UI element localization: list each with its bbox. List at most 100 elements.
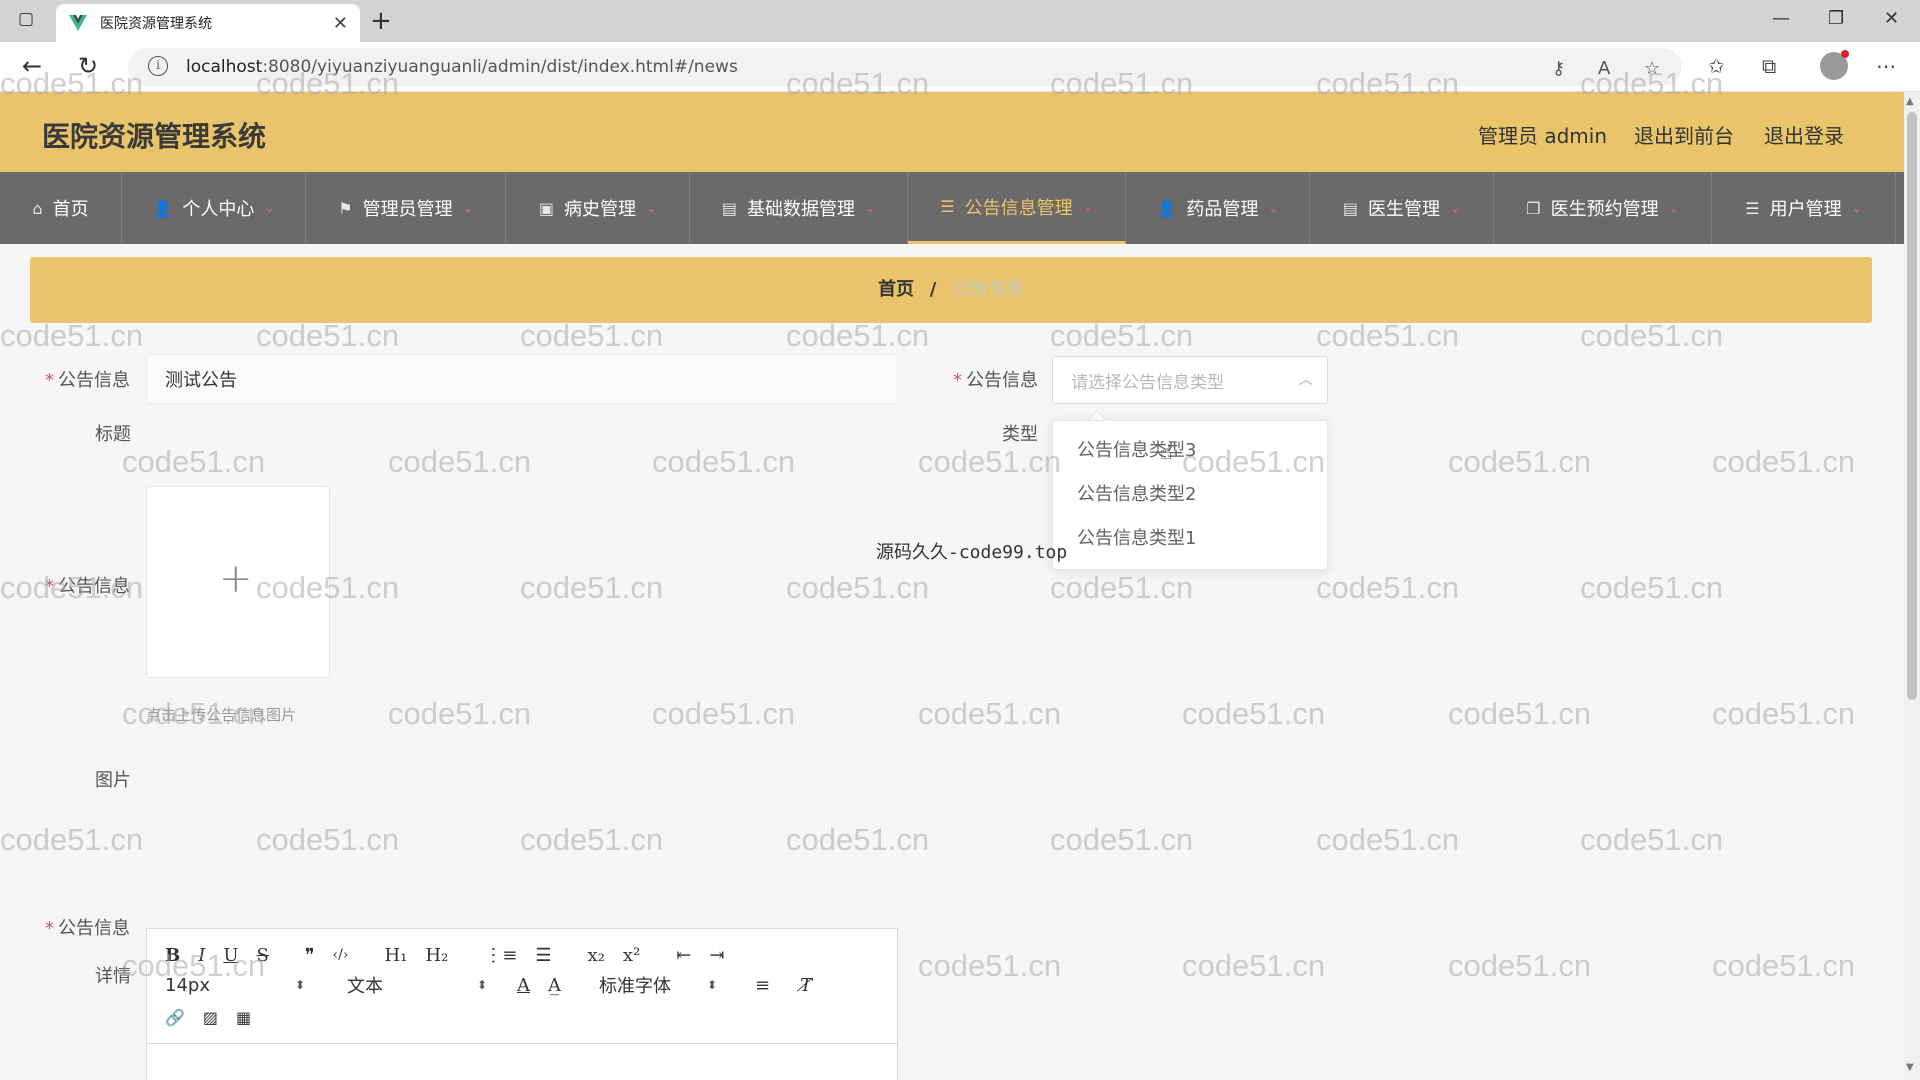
address-bar-row: ← ↻ i localhost:8080/yiyuanziyuanguanli/… [0,42,1920,92]
nav-label: 用户管理 [1769,199,1842,220]
type-label: * 公告信息 [928,366,1038,392]
back-icon[interactable]: ← [22,52,42,80]
breadcrumb-home[interactable]: 首页 [878,279,914,300]
nav-label: 病史管理 [564,199,637,220]
close-window-icon[interactable]: ✕ [1884,8,1899,29]
browser-tab[interactable]: 医院资源管理系统 ✕ [56,4,360,42]
heading2-icon[interactable]: H₂ [425,945,448,966]
underline-icon[interactable]: U [223,945,238,966]
editor-toolbar-row2: 14px ⬍ 文本 ⬍ A A̲ 标准字体 ⬍ ≡ T̸ [165,971,885,999]
watermark-text: code51.cn [786,318,930,353]
admin-user-label[interactable]: 管理员 admin [1478,120,1607,149]
nav-item-base-data[interactable]: ▤ 基础数据管理 ⌄ [690,172,908,244]
nav-item-doctors[interactable]: ▤ 医生管理 ⌄ [1310,172,1494,244]
site-info-icon[interactable]: i [148,56,168,76]
breadcrumb-current: 公告信息 [952,279,1025,300]
ordered-list-icon[interactable]: ⋮≡ [484,945,517,966]
link-icon[interactable]: 🔗 [165,1008,185,1027]
image-upload[interactable]: + [146,486,330,678]
new-tab-button[interactable]: + [370,6,392,36]
url-field[interactable]: i localhost:8080/yiyuanziyuanguanli/admi… [128,48,1682,86]
user-icon: 👤 [152,198,173,218]
nav-item-admin[interactable]: ⚑ 管理员管理 ⌄ [306,172,506,244]
italic-icon[interactable]: I [198,945,205,966]
profile-badge [1841,50,1849,58]
text-style-value: 文本 [347,976,383,997]
more-icon[interactable]: ⋯ [1876,54,1896,78]
chevron-down-icon: ⌄ [646,201,657,215]
nav-item-history[interactable]: ▣ 病史管理 ⌄ [506,172,690,244]
read-aloud-icon[interactable]: A [1598,58,1610,79]
title-label: * 公告信息 [20,366,130,392]
bold-icon[interactable]: B [165,945,180,966]
app-header: 医院资源管理系统 管理员 admin 退出到前台 退出登录 [0,92,1904,172]
favorite-add-icon[interactable]: ☆ [1644,58,1660,79]
title-input[interactable]: 测试公告 [146,354,898,404]
tab-title: 医院资源管理系统 [100,16,212,32]
scrollbar-thumb[interactable] [1907,112,1917,700]
tab-actions-icon[interactable]: ▢ [18,9,40,31]
nav-item-home[interactable]: ⌂ 首页 [0,172,122,244]
heading1-icon[interactable]: H₁ [384,945,407,966]
restore-icon[interactable]: ❐ [1828,8,1844,29]
select-arrow-icon: ⬍ [706,978,717,992]
flag-icon: ⚑ [338,198,353,218]
nav-item-profile[interactable]: 👤 个人中心 ⌄ [122,172,306,244]
key-icon[interactable]: ⚷ [1552,58,1565,79]
nav-item-medicine[interactable]: 👤 药品管理 ⌄ [1126,172,1310,244]
collections-icon[interactable]: ⧉ [1762,54,1776,78]
scroll-down-icon[interactable]: ▼ [1906,1062,1914,1073]
watermark-text: code51.cn [1448,696,1592,731]
outdent-icon[interactable]: ⇤ [676,945,691,966]
tab-close-icon[interactable]: ✕ [333,13,348,34]
logout-link[interactable]: 退出登录 [1764,120,1844,149]
app-title: 医院资源管理系统 [42,120,267,153]
required-mark: * [45,370,54,391]
breadcrumb: 首页 / 公告信息 [30,257,1872,323]
chevron-down-icon: ⌄ [1450,201,1461,215]
indent-icon[interactable]: ⇥ [709,945,724,966]
chevron-up-icon: ︿ [1299,372,1313,388]
font-family-value: 标准字体 [599,976,671,997]
nav-item-appointments[interactable]: ❐ 医生预约管理 ⌄ [1494,172,1712,244]
video-icon[interactable]: ▦ [236,1008,251,1027]
detail-label-text: 公告信息 [58,918,130,939]
font-color-icon[interactable]: A [517,975,530,996]
type-option[interactable]: 公告信息类型2 [1053,473,1327,517]
font-size-select[interactable]: 14px ⬍ [165,975,305,996]
align-icon[interactable]: ≡ [755,975,770,996]
image-icon[interactable]: ▨ [203,1008,218,1027]
background-color-icon[interactable]: A̲ [548,975,561,996]
subscript-icon[interactable]: x₂ [588,945,605,966]
favorites-icon[interactable]: ✩ [1708,54,1725,78]
reload-icon[interactable]: ↻ [78,52,98,80]
type-select-placeholder: 请选择公告信息类型 [1071,372,1224,393]
watermark-text: code51.cn [1580,570,1724,605]
minimize-icon[interactable]: — [1772,8,1790,29]
bullet-list-icon[interactable]: ☰ [535,945,551,966]
watermark-text: code51.cn [1182,696,1326,731]
type-option[interactable]: 公告信息类型3 [1053,429,1327,473]
nav-item-users[interactable]: ☰ 用户管理 ⌄ [1712,172,1896,244]
image-label-line2: 图片 [95,770,131,791]
exit-to-front-link[interactable]: 退出到前台 [1634,120,1734,149]
nav-item-notices[interactable]: ☰ 公告信息管理 ⌄ [908,172,1126,244]
watermark-text: code51.cn [256,822,400,857]
code-icon[interactable]: ‹/› [333,947,349,963]
font-family-select[interactable]: 标准字体 ⬍ [599,972,717,998]
nav-label: 个人中心 [182,199,255,220]
type-option[interactable]: 公告信息类型1 [1053,517,1327,561]
title-label-text: 公告信息 [58,370,130,391]
editor-toolbar-row3: 🔗 ▨ ▦ [165,1003,269,1031]
text-style-select[interactable]: 文本 ⬍ [347,972,487,998]
type-select[interactable]: 请选择公告信息类型 ︿ [1052,356,1328,404]
superscript-icon[interactable]: x² [623,945,640,966]
watermark-text: code51.cn [1050,318,1194,353]
blockquote-icon[interactable]: ❞ [305,945,315,966]
chevron-down-icon: ⌄ [1082,199,1093,214]
clear-format-icon[interactable]: T̸ [800,975,812,996]
watermark-text: code51.cn [520,318,664,353]
type-dropdown: 公告信息类型3 公告信息类型2 公告信息类型1 [1052,420,1328,570]
strike-icon[interactable]: S [257,945,269,966]
scroll-up-icon[interactable]: ▲ [1906,96,1914,107]
